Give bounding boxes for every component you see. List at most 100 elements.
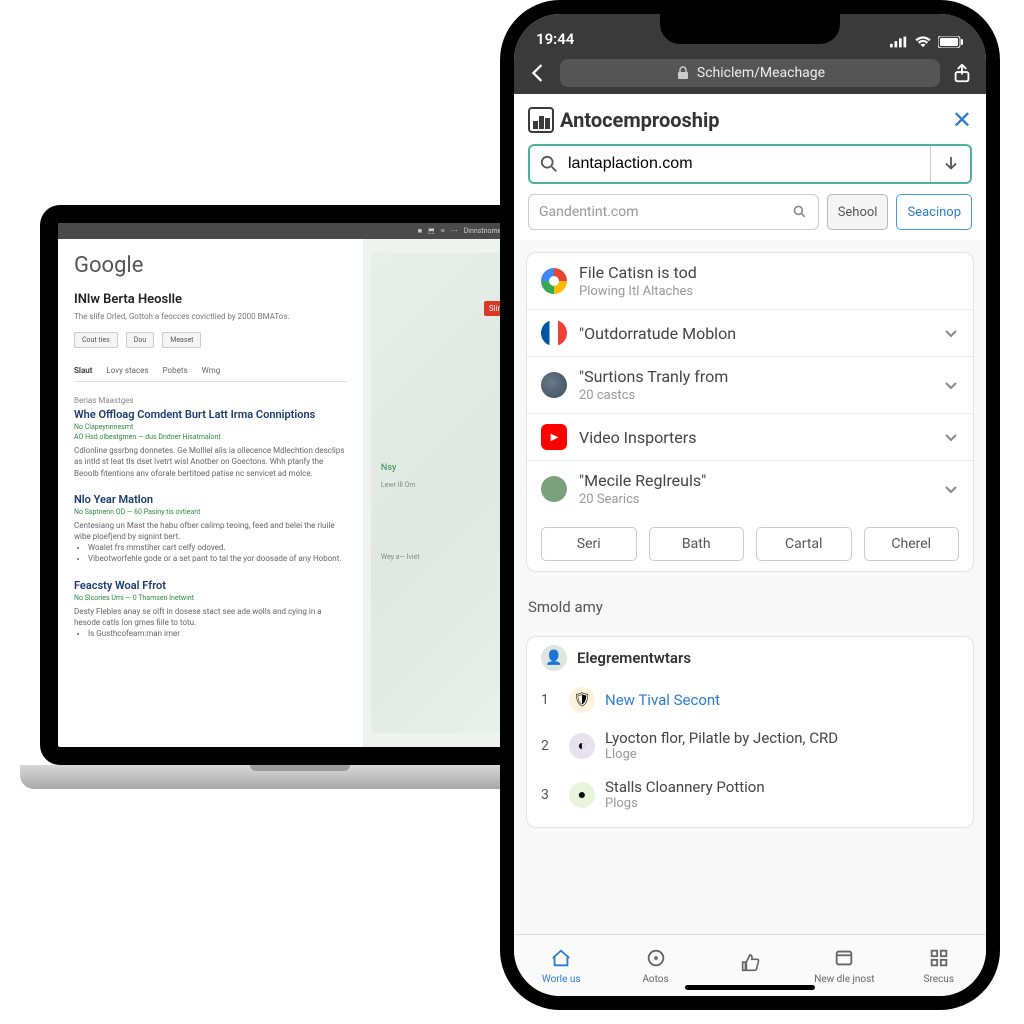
chrome-icon (541, 268, 567, 294)
tab-like[interactable] (703, 952, 797, 979)
battery-icon (938, 36, 964, 48)
google-logo: Google (74, 253, 347, 278)
trending-rank: 3 (541, 787, 559, 803)
trending-rank: 2 (541, 738, 559, 754)
laptop-tab-4[interactable]: Wmg (202, 366, 221, 375)
secondary-search[interactable]: Gandentint.com (528, 194, 819, 230)
france-icon (541, 320, 567, 346)
trending-title: New Tival Secont (605, 691, 959, 709)
result-snippet-1: Cdlonline gssrbng donnetes. Ge Molliel a… (74, 445, 347, 479)
chevron-down-icon (943, 481, 959, 497)
signal-icon (890, 36, 908, 48)
trending-rank: 1 (541, 692, 559, 708)
search-icon-small (792, 204, 808, 220)
suggestion-sub: Plowing Itl Altaches (579, 284, 959, 299)
brand-name: Antocemprooship (560, 108, 720, 132)
trending-sub: Plogs (605, 796, 959, 811)
suggestion-row[interactable]: "Surtions Tranly from 20 castcs (527, 356, 973, 413)
globe-green-icon (541, 476, 567, 502)
trending-row[interactable]: 1 🛡 New Tival Secont (527, 679, 973, 721)
suggestion-row[interactable]: "Outdorratude Moblon (527, 309, 973, 356)
suggestions-card: File Catisn is tod Plowing Itl Altaches … (526, 252, 974, 572)
wifi-icon (914, 36, 932, 48)
tab-new[interactable]: New dle jnost (797, 947, 891, 985)
map-label-nsy: Nsy (381, 463, 396, 473)
suggestion-title: "Surtions Tranly from (579, 367, 931, 386)
tab-aotos[interactable]: Aotos (608, 947, 702, 985)
secondary-search-placeholder: Gandentint.com (539, 204, 639, 220)
chip-bath[interactable]: Bath (649, 527, 745, 561)
tab-label: Aotos (642, 974, 668, 985)
address-bar[interactable]: Schiclem/Meachage (560, 59, 940, 87)
search-input[interactable] (568, 155, 920, 173)
suggestion-title: "Outdorratude Moblon (579, 324, 931, 343)
laptop-tab-2[interactable]: Lovy staces (106, 366, 148, 375)
chip-cartal[interactable]: Cartal (756, 527, 852, 561)
chevron-down-icon (943, 429, 959, 445)
result-snippet-2: Centesiang un Mast the habu ofber calimp… (74, 520, 347, 565)
toolbar-button-seacinop[interactable]: Seacinop (896, 194, 972, 230)
chevron-down-icon (943, 377, 959, 393)
chip-cherel[interactable]: Cherel (864, 527, 960, 561)
lock-icon (675, 65, 691, 81)
search-submit[interactable] (930, 146, 970, 182)
phone-device: 19:44 Schiclem/Meachage (500, 0, 1000, 1010)
toolbar-button-school[interactable]: Sehool (827, 194, 889, 230)
laptop-chip-1[interactable]: Cout ties (74, 332, 118, 348)
phone-notch (660, 14, 840, 44)
result-title-2[interactable]: Nlo Year Matlon (74, 493, 347, 506)
globe-grey-icon (541, 372, 567, 398)
result-url-3: No Slcories Umi — 0 Thamsen Inetwint (74, 594, 347, 602)
suggestion-title: Video Insporters (579, 428, 931, 447)
laptop-subheading: The slife Orled, Gottoh a feocces covict… (74, 311, 347, 322)
laptop-tab-3[interactable]: Pobets (163, 366, 188, 375)
laptop-window: ■⬒≡⋯Dinnstnome Illinas▭ Google INlw Bert… (58, 223, 542, 747)
address-text: Schiclem/Meachage (697, 65, 825, 81)
trending-section-label: Smold amy (514, 584, 986, 624)
search-icon (540, 155, 558, 173)
brand-icon (528, 107, 554, 133)
result-category: Berias Maastges (74, 396, 347, 405)
suggestion-row[interactable]: Video Insporters (527, 413, 973, 460)
tab-label: New dle jnost (814, 974, 874, 985)
tab-home[interactable]: Worle us (514, 947, 608, 985)
laptop-screen: ■⬒≡⋯Dinnstnome Illinas▭ Google INlw Bert… (40, 205, 560, 765)
suggestion-row[interactable]: "Mecile Reglreuls" 20 Searics (527, 460, 973, 517)
suggestion-sub: 20 castcs (579, 388, 931, 403)
tab-icon (833, 947, 855, 972)
suggestion-row[interactable]: File Catisn is tod Plowing Itl Altaches (527, 253, 973, 309)
laptop-device: ■⬒≡⋯Dinnstnome Illinas▭ Google INlw Bert… (20, 205, 580, 865)
share-button[interactable] (950, 61, 974, 85)
laptop-tab-1[interactable]: Slaut (74, 366, 92, 375)
trending-title: Stalls Cloannery Pottion (605, 778, 959, 796)
trending-header: 👤 Elegrementwtars (527, 637, 973, 679)
chevron-down-icon (943, 325, 959, 341)
suggestion-title: "Mecile Reglreuls" (579, 471, 931, 490)
home-icon (550, 947, 572, 972)
result-url-2: No Ssptnenn OD — 60 Pasiny tis ovtieant (74, 508, 347, 516)
result-snippet-3: Desty Flebles anay se olft in dosese sta… (74, 606, 347, 640)
home-indicator[interactable] (685, 985, 815, 990)
result-title-1[interactable]: Whe Offloag Comdent Burt Latt Irma Conni… (74, 408, 347, 421)
thumbs-up-icon (739, 952, 761, 977)
laptop-chip-3[interactable]: Measet (162, 332, 201, 348)
chip-seri[interactable]: Seri (541, 527, 637, 561)
laptop-heading: INlw Berta Heoslle (74, 292, 347, 307)
trending-card: 👤 Elegrementwtars 1 🛡 New Tival Secont 2… (526, 636, 974, 828)
trending-row[interactable]: 2 ◐ Lyocton flor, Pilatle by Jection, CR… (527, 721, 973, 770)
result-title-3[interactable]: Feacsty Woal Ffrot (74, 579, 347, 592)
trending-title: Lyocton flor, Pilatle by Jection, CRD (605, 729, 959, 747)
main-search[interactable] (528, 144, 972, 184)
tab-label: Srecus (924, 974, 954, 985)
close-button[interactable]: ✕ (952, 106, 972, 134)
result-url-1b: AO Hsd olbestgmen — dus Dndner Hisatmalo… (74, 433, 347, 441)
trending-row[interactable]: 3 ● Stalls Cloannery Pottion Plogs (527, 770, 973, 819)
browser-nav: Schiclem/Meachage (514, 52, 986, 94)
status-time: 19:44 (536, 30, 574, 48)
tab-srecus[interactable]: Srecus (892, 947, 986, 985)
laptop-chip-2[interactable]: Dou (126, 332, 154, 348)
map-label-lb: Lewr lll Om (381, 481, 416, 489)
result-url-1a: No Clapeyrinnesmt (74, 423, 347, 431)
back-button[interactable] (526, 61, 550, 85)
circle-icon (645, 947, 667, 972)
